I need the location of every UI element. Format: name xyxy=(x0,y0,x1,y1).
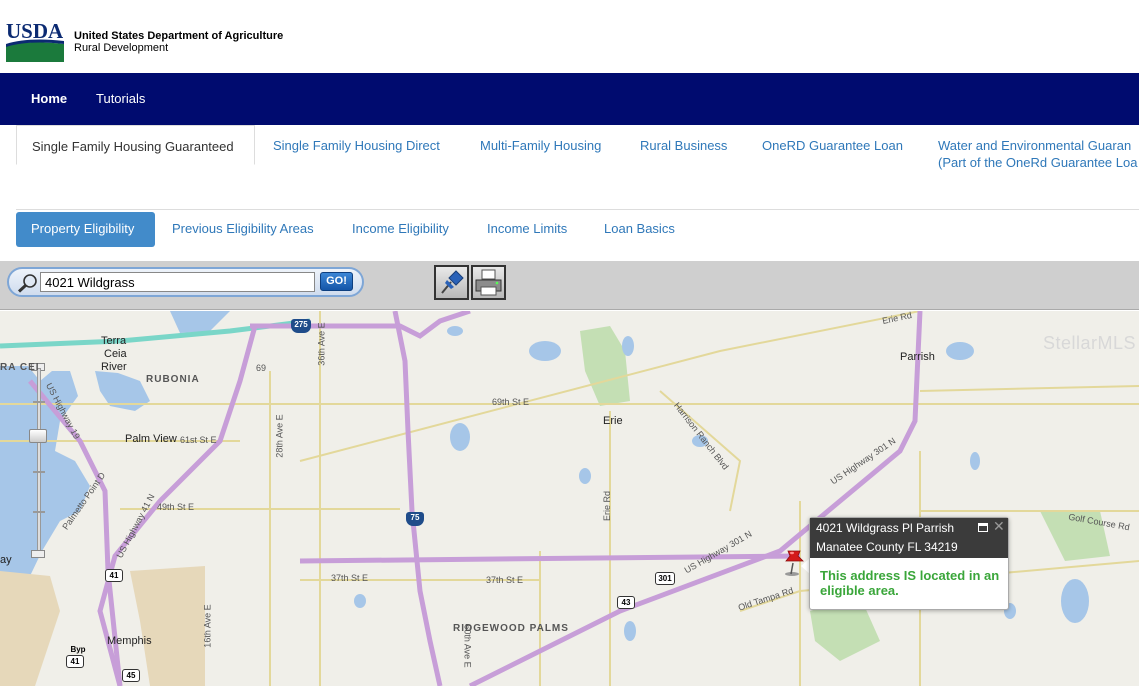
address-input[interactable] xyxy=(40,272,315,292)
street-label: 60th Ave E xyxy=(462,624,473,668)
zoom-out-button[interactable] xyxy=(31,550,45,558)
place-label: Erie xyxy=(603,415,623,427)
tab-rural-business[interactable]: Rural Business xyxy=(640,125,727,154)
interstate-75-shield: 75 xyxy=(406,512,424,526)
subtab-previous-areas[interactable]: Previous Eligibility Areas xyxy=(172,221,314,236)
go-button[interactable]: GO! xyxy=(320,272,353,291)
street-label: 28th Ave E xyxy=(274,414,285,458)
street-label: Erie Rd xyxy=(602,490,613,522)
subtab-property-eligibility[interactable]: Property Eligibility xyxy=(16,212,155,247)
place-label: Palm View xyxy=(125,433,177,445)
tab-multi-family[interactable]: Multi-Family Housing xyxy=(480,125,601,154)
map-toolbar: GO! xyxy=(0,261,1139,310)
street-label: 37th St E xyxy=(486,575,524,585)
interstate-275-shield: 275 xyxy=(291,319,311,333)
tab-sfh-guaranteed[interactable]: Single Family Housing Guaranteed xyxy=(16,125,255,165)
nav-tutorials[interactable]: Tutorials xyxy=(96,91,145,106)
search-icon xyxy=(17,274,37,293)
place-label: Ceia xyxy=(104,348,127,360)
place-label: ay xyxy=(0,554,12,566)
tab-water-line1: Water and Environmental Guaran xyxy=(938,138,1132,153)
street-label: 36th Ave E xyxy=(316,322,327,366)
place-label: Terra xyxy=(101,335,127,347)
us301-shield: 301 xyxy=(655,572,675,585)
agency-name: United States Department of Agriculture … xyxy=(74,30,283,54)
zoom-slider-track[interactable] xyxy=(37,368,41,556)
place-label: Parrish xyxy=(900,351,935,363)
watermark: StellarMLS xyxy=(1043,333,1137,353)
logo-text: USDA xyxy=(6,20,64,43)
agency-line1: United States Department of Agriculture xyxy=(74,30,284,42)
subtab-income-eligibility[interactable]: Income Eligibility xyxy=(352,221,449,236)
tab-sfh-direct[interactable]: Single Family Housing Direct xyxy=(273,125,440,154)
zoom-tick xyxy=(33,401,45,403)
main-nav: Home Tutorials xyxy=(0,73,1139,125)
zoom-slider-thumb[interactable] xyxy=(29,429,47,443)
tab-divider xyxy=(16,209,1139,210)
zoom-tick xyxy=(33,471,45,473)
place-label: RA CEI xyxy=(0,362,40,373)
byp41-shield: 41 xyxy=(66,655,84,668)
maximize-icon[interactable] xyxy=(978,523,988,532)
popup-address: 4021 Wildgrass Pl Parrish Manatee County… xyxy=(810,518,1008,558)
usda-logo[interactable]: USDA xyxy=(6,20,64,62)
zoom-tick xyxy=(33,511,45,513)
print-button[interactable] xyxy=(471,265,506,300)
street-label: 16th Ave E xyxy=(202,604,213,648)
printer-icon xyxy=(475,269,502,296)
site-header: USDA United States Department of Agricul… xyxy=(0,0,1139,73)
street-label: 61st St E xyxy=(180,435,217,445)
place-label: Memphis xyxy=(107,635,152,647)
place-label: RUBONIA xyxy=(146,374,200,385)
us41-shield: 41 xyxy=(105,569,123,582)
street-label: 69 xyxy=(256,363,267,373)
agency-line2: Rural Development xyxy=(74,42,169,54)
eligibility-map[interactable]: Terra Ceia River RUBONIA RA CEI Palm Vie… xyxy=(0,311,1139,686)
street-label: 69th St E xyxy=(492,397,530,407)
close-icon[interactable]: ✕ xyxy=(993,518,1005,537)
address-search: GO! xyxy=(7,267,364,297)
subtab-income-limits[interactable]: Income Limits xyxy=(487,221,567,236)
eligibility-result: This address IS located in an eligible a… xyxy=(820,568,1000,598)
nav-home[interactable]: Home xyxy=(31,91,67,106)
sr43-shield: 43 xyxy=(617,596,635,609)
popup-address-line2: Manatee County FL 34219 xyxy=(816,540,958,554)
eligibility-popup: 4021 Wildgrass Pl Parrish Manatee County… xyxy=(809,517,1009,610)
tab-water-line2: (Part of the OneRd Guarantee Loa xyxy=(938,155,1138,170)
subtab-loan-basics[interactable]: Loan Basics xyxy=(604,221,675,236)
street-label: 49th St E xyxy=(157,502,195,512)
pushpin-icon xyxy=(441,270,464,294)
tab-water-environmental[interactable]: Water and Environmental Guaran (Part of … xyxy=(938,125,1137,171)
program-tabs: Single Family Housing Guaranteed Single … xyxy=(0,125,1139,210)
place-label: River xyxy=(101,361,127,373)
sr45-shield: 45 xyxy=(122,669,140,682)
tab-onerd-loan[interactable]: OneRD Guarantee Loan xyxy=(762,125,903,154)
map-base xyxy=(0,311,1139,686)
street-label: 37th St E xyxy=(331,573,369,583)
pushpin-tool-button[interactable] xyxy=(434,265,469,300)
